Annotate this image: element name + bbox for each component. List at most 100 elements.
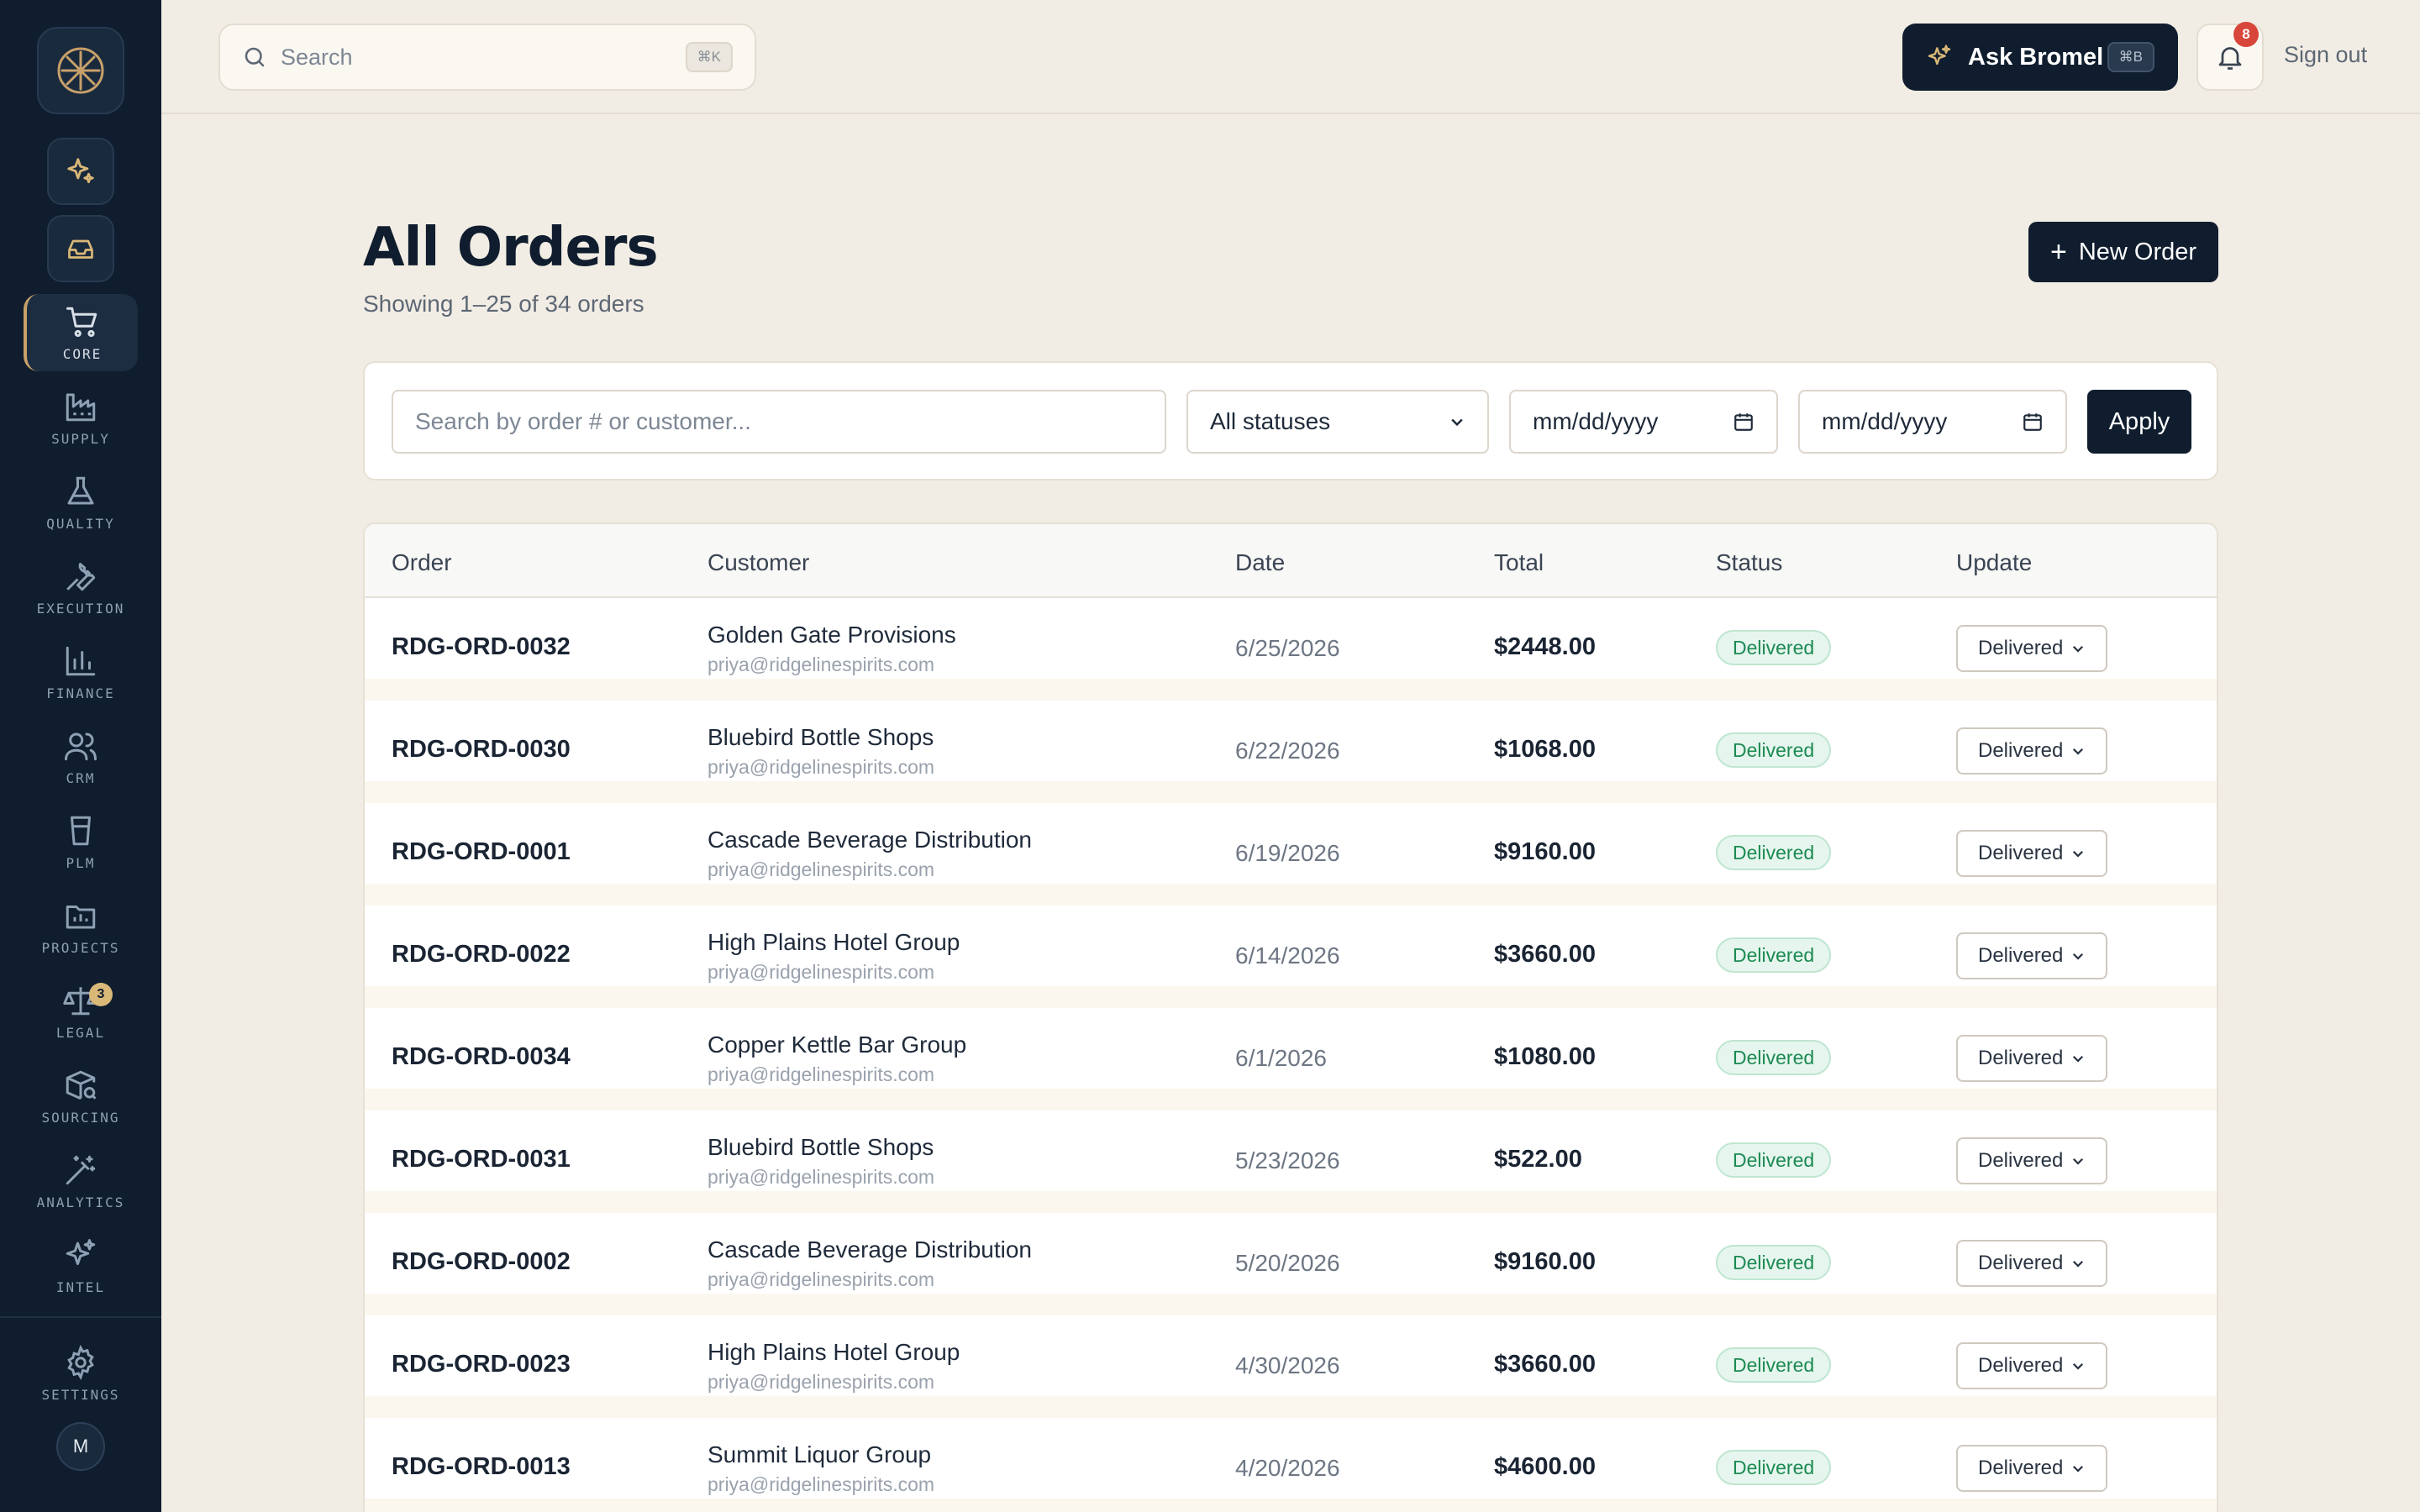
nav-item-finance[interactable]: FINANCE [24,633,138,711]
avatar[interactable]: M [56,1422,105,1471]
table-row[interactable]: RDG-ORD-0030 Bluebird Bottle Shops priya… [365,701,2217,803]
status-update-select[interactable]: Delivered [1956,625,2107,672]
nav-item-intel[interactable]: INTEL [24,1227,138,1305]
nav-item-legal[interactable]: 3 LEGAL [24,973,138,1050]
status-badge: Delivered [1716,1245,1832,1280]
app-logo[interactable] [37,27,124,114]
order-number[interactable]: RDG-ORD-0023 [392,1351,571,1378]
column-header-customer[interactable]: Customer [708,549,809,576]
customer-name: Bluebird Bottle Shops [708,724,934,750]
nav-label: ANALYTICS [36,1194,125,1210]
customer-email: priya@ridgelinespirits.com [708,1371,935,1393]
status-update-select[interactable]: Delivered [1956,932,2107,979]
table-row[interactable]: RDG-ORD-0034 Copper Kettle Bar Group pri… [365,1008,2217,1110]
column-header-order[interactable]: Order [392,549,452,576]
order-date: 6/22/2026 [1235,738,1340,764]
status-update-select[interactable]: Delivered [1956,1445,2107,1492]
order-number[interactable]: RDG-ORD-0001 [392,838,571,866]
status-update-value: Delivered [1978,1354,2064,1377]
global-search-input[interactable]: Search ⌘K [218,24,756,91]
table-row[interactable]: RDG-ORD-0031 Bluebird Bottle Shops priya… [365,1110,2217,1213]
order-number[interactable]: RDG-ORD-0032 [392,633,571,661]
nav-item-crm[interactable]: CRM [24,718,138,795]
status-update-value: Delivered [1978,1149,2064,1172]
sidebar: CORE SUPPLY QUALITY EXECUTION FINANCE CR… [0,0,161,1512]
filter-bar: Search by order # or customer... All sta… [363,361,2218,480]
status-badge: Delivered [1716,937,1832,973]
ai-assistant-button[interactable] [47,138,114,205]
status-update-select[interactable]: Delivered [1956,1342,2107,1389]
table-row[interactable]: RDG-ORD-0032 Golden Gate Provisions priy… [365,598,2217,701]
order-number[interactable]: RDG-ORD-0031 [392,1146,571,1173]
nav-item-projects[interactable]: PROJECTS [24,888,138,965]
status-update-select[interactable]: Delivered [1956,1035,2107,1082]
nav-item-sourcing[interactable]: SOURCING [24,1058,138,1135]
status-update-select[interactable]: Delivered [1956,830,2107,877]
apply-filters-button[interactable]: Apply [2087,390,2191,454]
notifications-button[interactable]: 8 [2196,22,2264,91]
ask-shortcut: ⌘B [2107,42,2154,72]
ask-bromel-label: Ask Bromel [1968,43,2104,71]
flask-icon [67,476,94,504]
table-row[interactable]: RDG-ORD-0022 High Plains Hotel Group pri… [365,906,2217,1008]
customer-name: Cascade Beverage Distribution [708,1236,1032,1263]
order-search-input[interactable]: Search by order # or customer... [392,390,1166,454]
status-badge: Delivered [1716,1450,1832,1485]
nav-label: LEGAL [55,1024,106,1041]
order-number[interactable]: RDG-ORD-0013 [392,1453,571,1481]
nav-item-execution[interactable]: EXECUTION [24,549,138,626]
nav-item-analytics[interactable]: ANALYTICS [24,1142,138,1220]
order-total: $1080.00 [1494,1043,1596,1070]
status-update-select[interactable]: Delivered [1956,727,2107,774]
date-to-input[interactable]: mm/dd/yyyy [1798,390,2067,454]
asterisk-logo-icon [57,47,104,94]
ask-bromel-button[interactable]: Ask Bromel ⌘B [1902,24,2178,91]
sign-out-link[interactable]: Sign out [2284,42,2367,68]
status-badge: Delivered [1716,1142,1832,1178]
column-header-status[interactable]: Status [1716,549,1782,576]
nav-label: PLM [66,854,96,871]
table-row[interactable]: RDG-ORD-0023 High Plains Hotel Group pri… [365,1315,2217,1418]
customer-email: priya@ridgelinespirits.com [708,1063,935,1085]
nav-label: INTEL [55,1278,106,1295]
cart-icon [66,307,97,337]
order-total: $1068.00 [1494,736,1596,763]
status-update-value: Delivered [1978,842,2064,864]
nav-item-quality[interactable]: QUALITY [24,464,138,541]
new-order-button[interactable]: + New Order [2028,222,2218,282]
customer-name: Bluebird Bottle Shops [708,1134,934,1160]
table-row[interactable]: RDG-ORD-0001 Cascade Beverage Distributi… [365,803,2217,906]
status-update-select[interactable]: Delivered [1956,1240,2107,1287]
status-update-value: Delivered [1978,739,2064,762]
inbox-button[interactable] [47,215,114,282]
customer-name: Copper Kettle Bar Group [708,1032,967,1058]
nav-item-core[interactable]: CORE [24,294,138,371]
sparkles-icon [66,1238,96,1265]
nav-label: CORE [62,345,103,362]
column-header-update: Update [1956,549,2033,575]
customer-email: priya@ridgelinespirits.com [708,1268,935,1290]
status-select[interactable]: All statuses [1186,390,1489,454]
status-update-value: Delivered [1978,1047,2064,1069]
date-to-value: mm/dd/yyyy [1822,408,1948,434]
table-row[interactable]: RDG-ORD-0013 Summit Liquor Group priya@r… [365,1418,2217,1512]
nav-item-plm[interactable]: PLM [24,803,138,880]
order-date: 4/20/2026 [1235,1455,1340,1481]
nav-item-settings[interactable]: SETTINGS [24,1335,138,1412]
order-number[interactable]: RDG-ORD-0034 [392,1043,571,1071]
status-update-value: Delivered [1978,637,2064,659]
order-number[interactable]: RDG-ORD-0030 [392,736,571,764]
order-number[interactable]: RDG-ORD-0022 [392,941,571,969]
status-update-value: Delivered [1978,1252,2064,1274]
column-header-date[interactable]: Date [1235,549,1285,576]
gear-icon [67,1344,94,1380]
column-header-total[interactable]: Total [1494,549,1544,576]
date-from-input[interactable]: mm/dd/yyyy [1509,390,1778,454]
order-number[interactable]: RDG-ORD-0002 [392,1248,571,1276]
nav-item-supply[interactable]: SUPPLY [24,379,138,456]
order-search-placeholder: Search by order # or customer... [415,408,751,434]
table-row[interactable]: RDG-ORD-0002 Cascade Beverage Distributi… [365,1213,2217,1315]
status-badge: Delivered [1716,835,1832,870]
customer-email: priya@ridgelinespirits.com [708,1166,935,1188]
status-update-select[interactable]: Delivered [1956,1137,2107,1184]
